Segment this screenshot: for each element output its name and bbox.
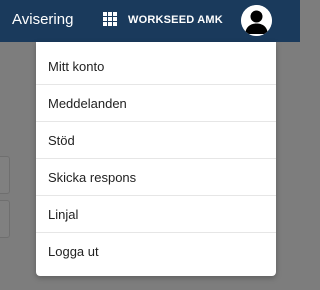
app-title[interactable]: Avisering [12, 11, 73, 29]
menu-item-stod[interactable]: Stöd [36, 122, 276, 159]
menu-item-linjal[interactable]: Linjal [36, 196, 276, 233]
background-panel [0, 156, 10, 194]
menu-item-meddelanden[interactable]: Meddelanden [36, 85, 276, 122]
menu-item-mitt-konto[interactable]: Mitt konto [36, 48, 276, 85]
user-avatar-icon[interactable] [241, 5, 272, 36]
user-dropdown-menu: Mitt konto Meddelanden Stöd Skicka respo… [36, 42, 276, 276]
menu-item-logga-ut[interactable]: Logga ut [36, 233, 276, 270]
organization-name[interactable]: WORKSEED AMK [128, 13, 223, 27]
grid-apps-icon[interactable] [103, 12, 117, 26]
top-navigation-bar: Avisering WORKSEED AMK [0, 0, 300, 42]
background-panel [0, 200, 10, 238]
menu-item-skicka-respons[interactable]: Skicka respons [36, 159, 276, 196]
